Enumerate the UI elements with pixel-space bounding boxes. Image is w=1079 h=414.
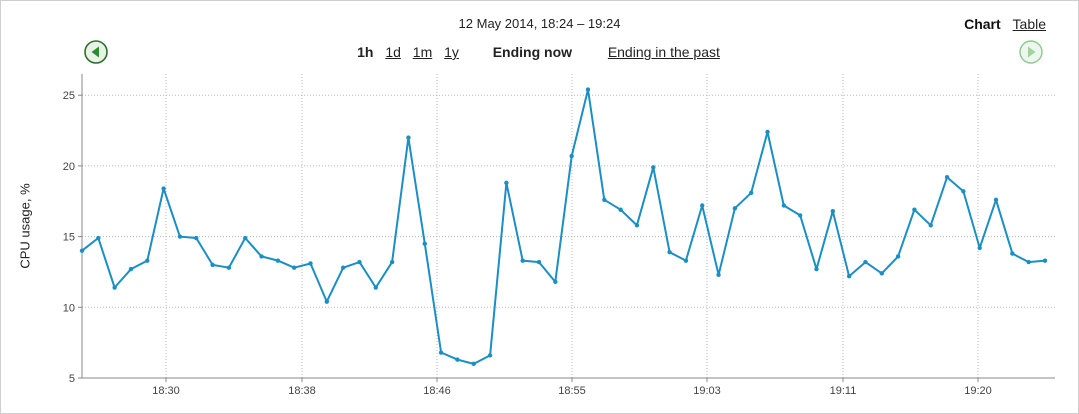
data-point — [194, 235, 199, 241]
x-tick-label: 19:20 — [964, 385, 992, 397]
x-tick-label: 18:30 — [152, 385, 180, 397]
data-point — [536, 259, 542, 265]
data-point — [651, 165, 656, 170]
data-point — [585, 87, 591, 92]
data-point — [683, 258, 689, 263]
data-point — [830, 208, 836, 214]
data-point — [602, 197, 607, 203]
data-point — [977, 245, 982, 251]
y-tick-label: 10 — [63, 302, 75, 314]
data-point — [912, 207, 917, 212]
data-point — [112, 285, 117, 290]
data-point — [749, 190, 754, 195]
data-point — [177, 234, 183, 239]
data-point — [716, 272, 721, 277]
data-point — [618, 207, 623, 212]
data-point — [308, 261, 313, 266]
data-point — [1026, 259, 1031, 265]
data-point — [504, 180, 509, 186]
data-point — [569, 153, 574, 159]
data-point — [259, 254, 264, 259]
data-point — [226, 265, 232, 270]
data-point — [79, 248, 85, 253]
data-point — [145, 258, 150, 263]
y-tick-label: 15 — [63, 232, 75, 244]
data-point — [1042, 258, 1048, 263]
data-point — [797, 213, 803, 218]
data-point — [863, 259, 868, 265]
data-point — [732, 206, 738, 211]
x-tick-label: 18:38 — [288, 385, 316, 397]
data-point — [1010, 251, 1015, 256]
data-point — [324, 299, 330, 304]
y-tick-label: 20 — [63, 161, 75, 173]
data-point — [781, 203, 787, 208]
data-point — [700, 203, 705, 208]
cpu-usage-chart: 5 10 15 20 25 18:30 18:38 18:46 18:55 19:03 19:11 1… — [63, 74, 1055, 397]
data-point — [389, 259, 395, 265]
data-point — [928, 223, 933, 228]
data-point — [553, 279, 558, 285]
data-point — [895, 254, 901, 259]
data-point — [357, 259, 362, 265]
data-point — [340, 265, 346, 270]
x-tick-label: 18:55 — [558, 385, 586, 397]
data-point — [667, 249, 672, 255]
data-point — [455, 357, 460, 362]
x-tick-label: 18:46 — [423, 385, 451, 397]
data-point — [471, 361, 476, 367]
x-tick-label: 19:11 — [830, 385, 857, 397]
y-tick-label: 5 — [69, 373, 75, 385]
data-point — [879, 271, 884, 276]
data-point — [520, 258, 525, 263]
x-tick-label: 19:03 — [693, 385, 721, 397]
data-point — [275, 258, 281, 263]
data-point — [487, 353, 493, 358]
y-tick-label: 25 — [63, 90, 75, 102]
data-point — [243, 235, 248, 241]
data-point — [961, 189, 966, 194]
data-point — [634, 223, 640, 228]
data-point — [765, 129, 770, 135]
data-point — [96, 235, 101, 241]
data-point — [993, 197, 999, 203]
cpu-usage-line — [81, 88, 1046, 365]
data-point — [373, 285, 378, 290]
data-point — [814, 266, 819, 272]
data-point — [846, 273, 852, 279]
data-point — [210, 262, 215, 268]
data-point — [128, 266, 134, 272]
data-point — [422, 241, 427, 246]
data-point — [291, 265, 297, 270]
data-point — [406, 135, 411, 140]
data-point — [438, 350, 444, 355]
data-point — [161, 186, 166, 191]
data-point — [944, 175, 950, 180]
